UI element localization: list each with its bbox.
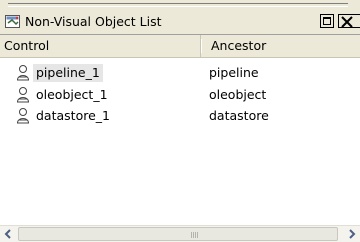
thumb-grip [191,232,199,238]
column-header-control[interactable]: Control [0,35,202,57]
control-name[interactable]: datastore_1 [33,107,113,125]
non-visual-object-icon [16,108,30,124]
ancestor-name: datastore [209,108,269,123]
horizontal-scrollbar[interactable] [0,225,360,242]
control-name[interactable]: pipeline_1 [33,64,103,82]
non-visual-object-icon [16,65,30,81]
non-visual-object-icon [16,87,30,103]
control-name[interactable]: oleobject_1 [33,86,111,104]
scrollbar-thumb[interactable] [18,227,338,241]
column-header-ancestor[interactable]: Ancestor [207,35,360,57]
scroll-right-button[interactable] [344,226,360,242]
chevron-left-icon [4,229,11,239]
ancestor-name: pipeline [209,65,259,80]
chevron-right-icon [349,229,356,239]
window-title: Non-Visual Object List [25,14,162,29]
non-visual-object-list-panel: Non-Visual Object List Control Ancestor … [0,0,360,242]
close-icon [341,16,353,28]
list-item[interactable]: oleobject_1 oleobject [0,85,360,105]
maximize-button[interactable] [320,14,334,28]
scroll-left-button[interactable] [0,226,16,242]
object-list[interactable]: Control Ancestor pipeline_1 pipeline ole… [0,34,360,226]
ancestor-name: oleobject [209,87,267,102]
list-item[interactable]: pipeline_1 pipeline [0,63,360,83]
drag-bar[interactable] [8,3,348,7]
close-button[interactable] [338,14,360,28]
list-header: Control Ancestor [0,35,360,58]
title-bar[interactable]: Non-Visual Object List [0,12,360,32]
object-list-icon [5,14,21,29]
list-item[interactable]: datastore_1 datastore [0,106,360,126]
